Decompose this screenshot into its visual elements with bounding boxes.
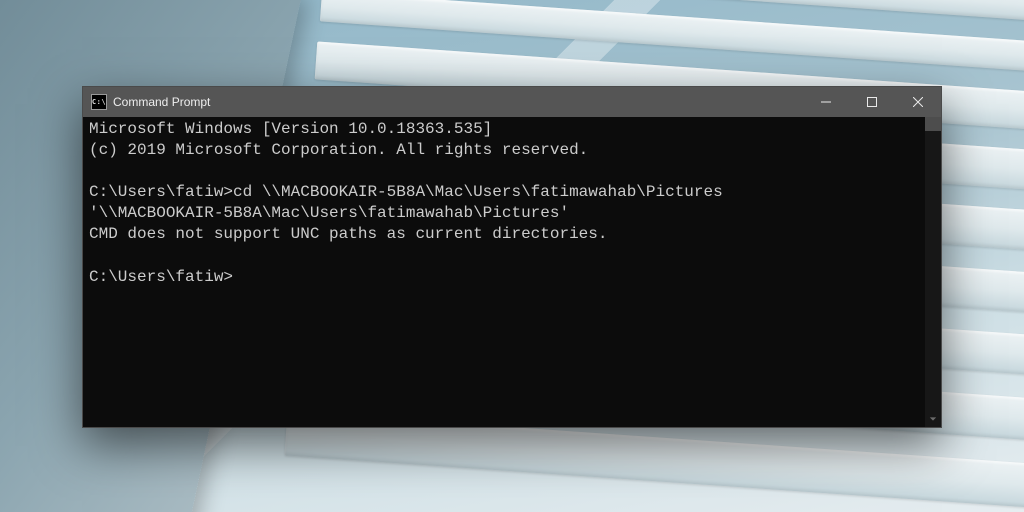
cursor bbox=[233, 266, 241, 283]
scroll-down-button[interactable] bbox=[925, 411, 941, 427]
terminal-line: Microsoft Windows [Version 10.0.18363.53… bbox=[89, 120, 492, 138]
terminal-line: (c) 2019 Microsoft Corporation. All righ… bbox=[89, 141, 588, 159]
command-prompt-window: C:\ Command Prompt Microsoft Windows [Ve… bbox=[82, 86, 942, 428]
terminal-line: '\\MACBOOKAIR-5B8A\Mac\Users\fatimawahab… bbox=[89, 204, 569, 222]
maximize-button[interactable] bbox=[849, 87, 895, 117]
minimize-button[interactable] bbox=[803, 87, 849, 117]
maximize-icon bbox=[867, 97, 877, 107]
scroll-thumb[interactable] bbox=[925, 117, 941, 131]
vertical-scrollbar[interactable] bbox=[925, 117, 941, 427]
window-title: Command Prompt bbox=[113, 95, 210, 109]
cmd-icon: C:\ bbox=[91, 94, 107, 110]
client-area: Microsoft Windows [Version 10.0.18363.53… bbox=[83, 117, 941, 427]
minimize-icon bbox=[821, 97, 831, 107]
terminal-output[interactable]: Microsoft Windows [Version 10.0.18363.53… bbox=[83, 117, 925, 427]
close-icon bbox=[913, 97, 923, 107]
terminal-prompt: C:\Users\fatiw> bbox=[89, 268, 233, 286]
close-button[interactable] bbox=[895, 87, 941, 117]
terminal-line: CMD does not support UNC paths as curren… bbox=[89, 225, 607, 243]
terminal-line: C:\Users\fatiw>cd \\MACBOOKAIR-5B8A\Mac\… bbox=[89, 183, 723, 201]
chevron-down-icon bbox=[929, 415, 937, 423]
titlebar[interactable]: C:\ Command Prompt bbox=[83, 87, 941, 117]
